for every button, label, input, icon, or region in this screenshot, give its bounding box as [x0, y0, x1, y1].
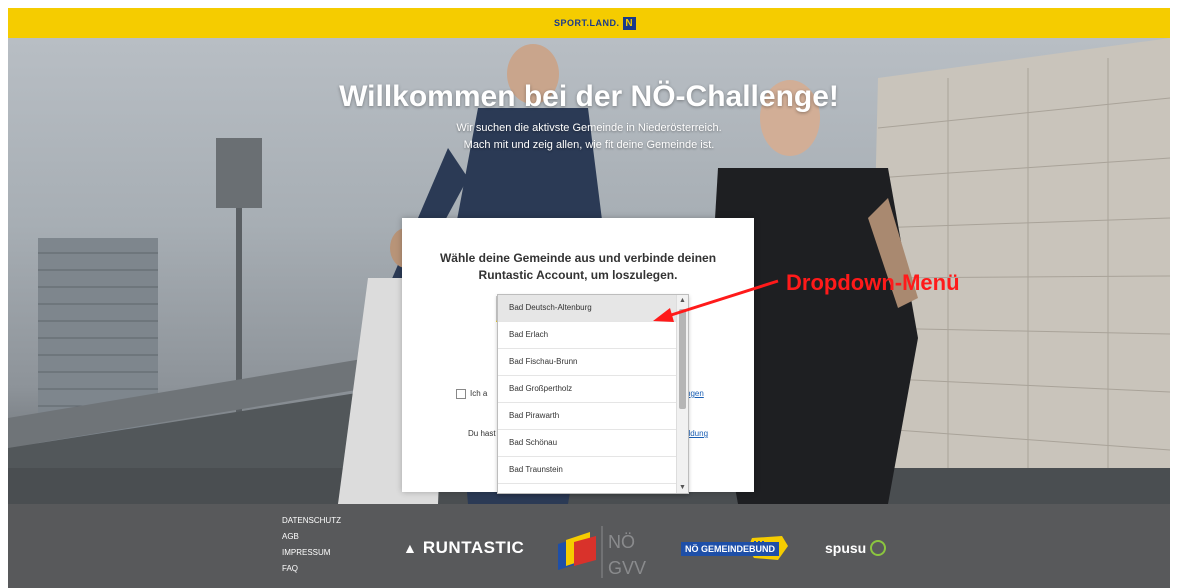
scroll-up-icon[interactable]: ▲	[677, 295, 688, 306]
hero-subtitle-line2: Mach mit und zeig allen, wie fit deine G…	[463, 139, 715, 151]
dropdown-list: Bad Deutsch-Altenburg Bad Erlach Bad Fis…	[498, 295, 676, 484]
card-title-line1: Wähle deine Gemeinde aus und verbinde de…	[439, 251, 717, 265]
hero-title: Willkommen bei der NÖ-Challenge!	[339, 80, 839, 113]
footer-links: DATENSCHUTZ AGB IMPRESSUM FAQ	[282, 513, 341, 577]
runtastic-logo[interactable]: ▲ RUNTASTIC	[403, 538, 524, 558]
footer-link-faq[interactable]: FAQ	[282, 561, 341, 577]
dropdown-item[interactable]: Bad Fischau-Brunn	[498, 349, 676, 376]
dropdown-scrollbar[interactable]: ▲ ▼	[676, 295, 688, 493]
gemeindebund-logo[interactable]: NÖ GEMEINDEBUND	[678, 536, 790, 562]
dropdown-item[interactable]: Bad Schönau	[498, 430, 676, 457]
scrollbar-thumb[interactable]	[679, 309, 686, 409]
gemeinde-dropdown-menu[interactable]: Bad Deutsch-Altenburg Bad Erlach Bad Fis…	[497, 294, 689, 494]
noe-logo-icon: N	[622, 16, 636, 30]
card-title-line2: Runtastic Account, um loszulegen.	[478, 268, 678, 282]
gemeindebund-text: NÖ GEMEINDEBUND	[681, 542, 780, 556]
top-bar: SPORT.LAND. N	[8, 8, 1170, 38]
footer-link-impressum[interactable]: IMPRESSUM	[282, 545, 341, 561]
footer-link-datenschutz[interactable]: DATENSCHUTZ	[282, 513, 341, 529]
spusu-logo[interactable]: spusu	[825, 540, 887, 556]
login-prompt-text: Du hast	[468, 429, 496, 438]
terms-checkbox[interactable]	[456, 389, 466, 399]
dropdown-item[interactable]: Bad Traunstein	[498, 457, 676, 484]
browser-viewport: SPORT.LAND. N Willkommen bei der NÖ-Chal…	[8, 8, 1170, 588]
noe-gvv-logo-icon[interactable]: NÖ GVV	[556, 522, 666, 582]
sportland-logo[interactable]: SPORT.LAND. N	[554, 15, 636, 31]
dropdown-item[interactable]: Bad Pirawarth	[498, 403, 676, 430]
adidas-icon: ▲	[403, 540, 417, 556]
dropdown-item[interactable]: Bad Erlach	[498, 322, 676, 349]
footer-link-agb[interactable]: AGB	[282, 529, 341, 545]
noe-text: NÖ	[608, 532, 635, 552]
spusu-text: spusu	[825, 540, 867, 556]
brand-text: SPORT.LAND.	[554, 18, 620, 28]
gvv-text: GVV	[608, 558, 646, 578]
terms-checkbox-label: Ich a	[470, 389, 488, 398]
spusu-leaf-icon	[870, 540, 887, 556]
scroll-down-icon[interactable]: ▼	[677, 482, 688, 493]
hero-subtitle-line1: Wir suchen die aktivste Gemeinde in Nied…	[456, 122, 722, 134]
card-title: Wähle deine Gemeinde aus und verbinde de…	[402, 250, 754, 284]
dropdown-item[interactable]: Bad Großpertholz	[498, 376, 676, 403]
runtastic-text: RUNTASTIC	[422, 538, 525, 557]
footer: DATENSCHUTZ AGB IMPRESSUM FAQ ▲ RUNTASTI…	[8, 504, 1170, 588]
dropdown-item[interactable]: Bad Deutsch-Altenburg	[498, 295, 676, 322]
annotation-label: Dropdown-Menü	[786, 270, 960, 295]
